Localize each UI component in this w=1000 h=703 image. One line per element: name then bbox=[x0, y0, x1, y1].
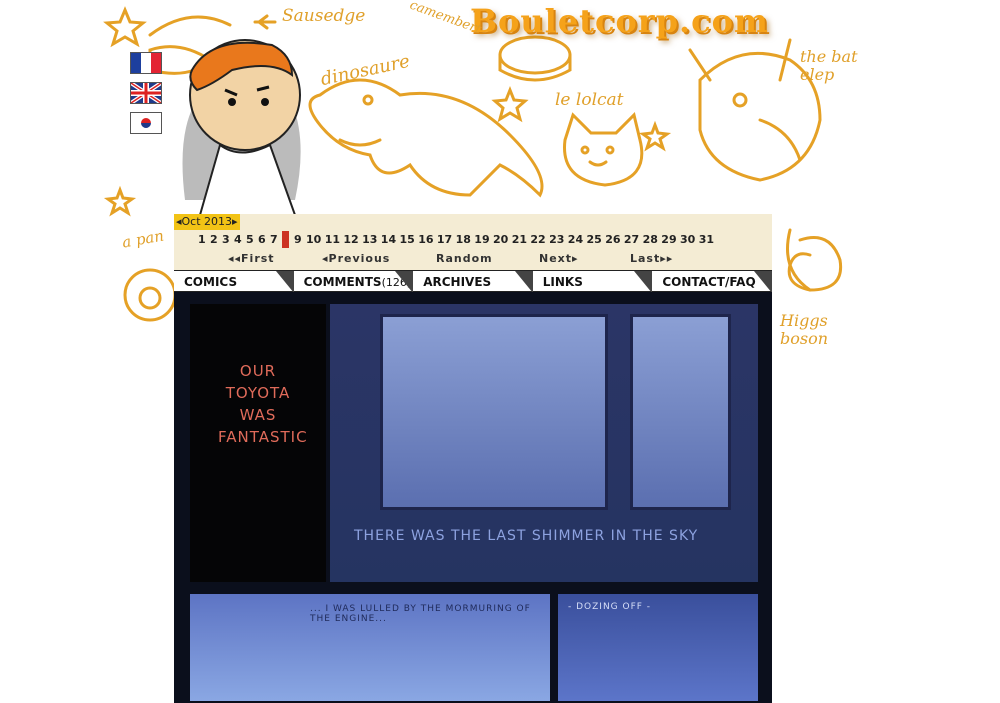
previous-link[interactable]: ◂Previous bbox=[322, 252, 390, 265]
main-tabs: COMICS COMMENTS(126) ARCHIVES LINKS CONT… bbox=[174, 270, 772, 293]
day-link[interactable]: 21 bbox=[512, 231, 527, 248]
tab-contact-label: CONTACT/FAQ bbox=[662, 275, 756, 289]
uk-flag-icon bbox=[131, 83, 161, 103]
day-link[interactable]: 15 bbox=[400, 231, 415, 248]
comic-panel-3: ... I WAS LULLED BY THE MORMURING OF THE… bbox=[188, 592, 552, 703]
day-link[interactable]: 8 bbox=[282, 231, 290, 248]
flag-french[interactable] bbox=[130, 52, 162, 74]
day-link[interactable]: 13 bbox=[362, 231, 377, 248]
day-link[interactable]: 20 bbox=[493, 231, 508, 248]
day-link[interactable]: 2 bbox=[210, 231, 218, 248]
day-link[interactable]: 5 bbox=[246, 231, 254, 248]
tab-links-label: LINKS bbox=[542, 275, 583, 289]
day-link[interactable]: 16 bbox=[418, 231, 433, 248]
comic-panel-2: THERE WAS THE LAST SHIMMER IN THE SKY bbox=[328, 302, 760, 584]
day-link[interactable]: 29 bbox=[661, 231, 676, 248]
day-list: 1 2 3 4 5 6 7 8 9 10 11 12 13 14 15 16 17 18 19 20 21 22 23 24 2… bbox=[174, 231, 772, 248]
comic-caption-engine: ... I WAS LULLED BY THE MORMURING OF THE… bbox=[310, 604, 531, 624]
day-link[interactable]: 26 bbox=[605, 231, 620, 248]
first-link[interactable]: ◂◂First bbox=[228, 252, 275, 265]
day-link[interactable]: 4 bbox=[234, 231, 242, 248]
day-link[interactable]: 30 bbox=[680, 231, 695, 248]
next-link[interactable]: Next▸ bbox=[539, 252, 579, 265]
tab-contact[interactable]: CONTACT/FAQ bbox=[652, 270, 772, 293]
day-link[interactable]: 28 bbox=[643, 231, 658, 248]
date-navigation: ◂Oct 2013▸ 1 2 3 4 5 6 7 8 9 10 11 12 13 14 15 16 17 18 19… bbox=[174, 214, 772, 270]
day-link[interactable]: 17 bbox=[437, 231, 452, 248]
doodle-label-lolcat: le lolcat bbox=[555, 90, 624, 110]
comments-count: (126) bbox=[381, 276, 412, 289]
day-link[interactable]: 10 bbox=[306, 231, 321, 248]
day-link[interactable]: 3 bbox=[222, 231, 230, 248]
day-link[interactable]: 1 bbox=[198, 231, 206, 248]
site-logo[interactable]: Bouletcorp.com bbox=[470, 2, 769, 40]
day-link[interactable]: 31 bbox=[699, 231, 714, 248]
day-link[interactable]: 7 bbox=[270, 231, 278, 248]
month-row: ◂Oct 2013▸ bbox=[174, 214, 772, 231]
day-link[interactable]: 23 bbox=[549, 231, 564, 248]
tab-comments[interactable]: COMMENTS(126) bbox=[293, 270, 414, 293]
van-window-left bbox=[380, 314, 608, 510]
doodle-label-higgs: Higgs boson bbox=[780, 311, 829, 348]
tab-comments-label: COMMENTS bbox=[303, 275, 382, 289]
day-link[interactable]: 11 bbox=[325, 231, 340, 248]
doodle-label-bat-elephant: the bat elep bbox=[800, 47, 858, 84]
tab-comics-label: COMICS bbox=[184, 275, 238, 289]
comic-caption-dozing: - DOZING OFF - bbox=[568, 602, 652, 612]
comic-caption-toyota: OUR TOYOTA WAS FANTASTIC bbox=[218, 362, 308, 446]
month-selector[interactable]: ◂Oct 2013▸ bbox=[174, 214, 240, 230]
random-link[interactable]: Random bbox=[436, 252, 493, 265]
day-link[interactable]: 24 bbox=[568, 231, 583, 248]
day-link[interactable]: 27 bbox=[624, 231, 639, 248]
comic-panel-4: - DOZING OFF - bbox=[556, 592, 760, 703]
korea-flag-icon bbox=[131, 113, 161, 133]
day-link[interactable]: 14 bbox=[381, 231, 396, 248]
comic-strip: OUR TOYOTA WAS FANTASTIC THERE WAS THE L… bbox=[174, 292, 772, 703]
flag-uk[interactable] bbox=[130, 82, 162, 104]
flag-korean[interactable] bbox=[130, 112, 162, 134]
tab-links[interactable]: LINKS bbox=[532, 270, 653, 293]
day-link[interactable]: 6 bbox=[258, 231, 266, 248]
doodle-label-dinosaure: dinosaure bbox=[318, 50, 412, 91]
last-link[interactable]: Last▸▸ bbox=[630, 252, 673, 265]
comic-panel-1: OUR TOYOTA WAS FANTASTIC bbox=[188, 302, 328, 584]
day-link[interactable]: 9 bbox=[294, 231, 302, 248]
doodle-label-panda: a pan bbox=[120, 226, 166, 252]
tab-archives[interactable]: ARCHIVES bbox=[413, 270, 533, 293]
day-link[interactable]: 22 bbox=[530, 231, 545, 248]
day-link[interactable]: 25 bbox=[587, 231, 602, 248]
van-window-right bbox=[630, 314, 731, 510]
doodle-label-sausedge: Sausedge bbox=[282, 6, 366, 26]
tab-archives-label: ARCHIVES bbox=[423, 275, 492, 289]
tab-comics[interactable]: COMICS bbox=[174, 270, 294, 293]
day-link[interactable]: 19 bbox=[474, 231, 489, 248]
comic-caption-shimmer: THERE WAS THE LAST SHIMMER IN THE SKY bbox=[354, 528, 699, 544]
pager: ◂◂First ◂Previous Random Next▸ Last▸▸ bbox=[174, 248, 772, 270]
day-link[interactable]: 18 bbox=[456, 231, 471, 248]
day-link[interactable]: 12 bbox=[343, 231, 358, 248]
